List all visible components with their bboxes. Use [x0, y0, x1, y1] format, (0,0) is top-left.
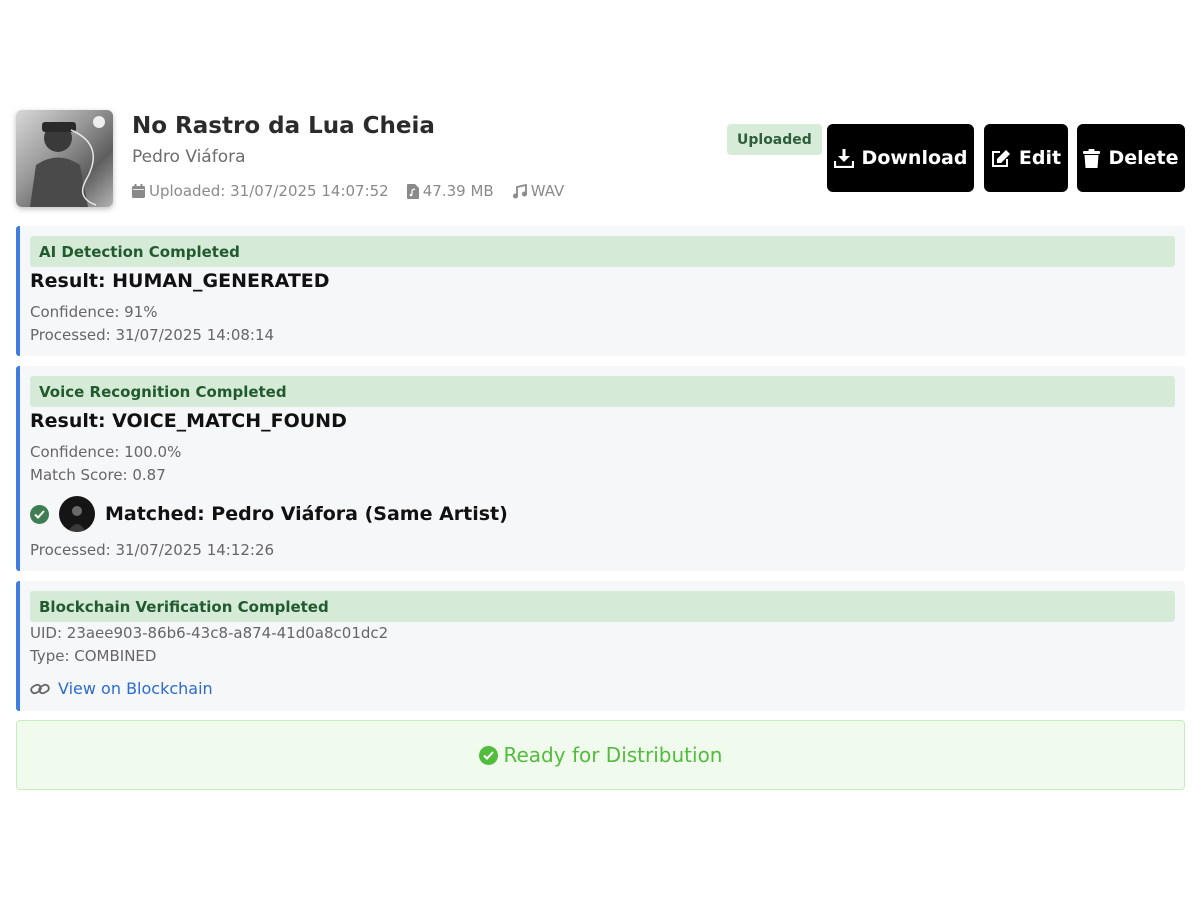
album-cover — [16, 110, 113, 207]
file-size-text: 47.39 MB — [422, 182, 494, 200]
track-header: No Rastro da Lua Cheia Pedro Viáfora Upl… — [16, 110, 1186, 208]
track-title: No Rastro da Lua Cheia — [132, 113, 435, 139]
upload-date: Uploaded: 31/07/2025 14:07:52 — [132, 182, 389, 200]
avatar — [59, 496, 95, 532]
ai-detection-card: AI Detection Completed Result: HUMAN_GEN… — [16, 226, 1185, 356]
voice-recognition-header: Voice Recognition Completed — [30, 376, 1175, 407]
upload-date-text: Uploaded: 31/07/2025 14:07:52 — [149, 182, 389, 200]
link-icon — [30, 683, 50, 694]
ready-for-distribution-banner: Ready for Distribution — [16, 720, 1185, 790]
voice-recognition-processed: Processed: 31/07/2025 14:12:26 — [30, 541, 275, 559]
edit-icon — [991, 149, 1010, 167]
file-format-text: WAV — [530, 182, 565, 200]
album-cover-art — [30, 116, 105, 207]
edit-button[interactable]: Edit — [984, 124, 1068, 192]
ready-label: Ready for Distribution — [503, 743, 723, 767]
voice-recognition-match-score: Match Score: 0.87 — [30, 466, 166, 484]
check-circle-icon — [478, 745, 498, 765]
file-audio-icon — [406, 183, 419, 199]
delete-button[interactable]: Delete — [1077, 124, 1185, 192]
track-artist: Pedro Viáfora — [132, 147, 246, 167]
voice-recognition-confidence: Confidence: 100.0% — [30, 443, 182, 461]
ai-detection-header: AI Detection Completed — [30, 236, 1175, 267]
blockchain-header: Blockchain Verification Completed — [30, 591, 1175, 622]
blockchain-uid: UID: 23aee903-86b6-43c8-a874-41d0a8c01dc… — [30, 624, 389, 642]
ai-detection-result: Result: HUMAN_GENERATED — [30, 270, 330, 292]
blockchain-card: Blockchain Verification Completed UID: 2… — [16, 581, 1185, 711]
file-format: WAV — [512, 182, 565, 200]
matched-artist-text: Matched: Pedro Viáfora (Same Artist) — [105, 503, 508, 525]
download-label: Download — [861, 147, 968, 169]
calendar-icon — [132, 184, 145, 198]
trash-icon — [1083, 148, 1101, 168]
voice-recognition-card: Voice Recognition Completed Result: VOIC… — [16, 366, 1185, 571]
download-button[interactable]: Download — [827, 124, 974, 192]
ai-detection-confidence: Confidence: 91% — [30, 303, 158, 321]
edit-label: Edit — [1018, 147, 1062, 169]
matched-artist: Matched: Pedro Viáfora (Same Artist) — [30, 496, 508, 532]
check-circle-icon — [30, 504, 49, 524]
music-note-icon — [512, 183, 527, 198]
voice-recognition-result: Result: VOICE_MATCH_FOUND — [30, 410, 347, 432]
blockchain-link-row: View on Blockchain — [30, 679, 213, 698]
track-meta: Uploaded: 31/07/2025 14:07:52 47.39 MB W… — [132, 182, 582, 200]
ai-detection-processed: Processed: 31/07/2025 14:08:14 — [30, 326, 275, 344]
blockchain-type: Type: COMBINED — [30, 647, 157, 665]
view-on-blockchain-link[interactable]: View on Blockchain — [58, 679, 213, 698]
file-size: 47.39 MB — [406, 182, 494, 200]
delete-label: Delete — [1108, 147, 1179, 169]
status-badge: Uploaded — [727, 124, 822, 155]
download-icon — [833, 148, 854, 168]
